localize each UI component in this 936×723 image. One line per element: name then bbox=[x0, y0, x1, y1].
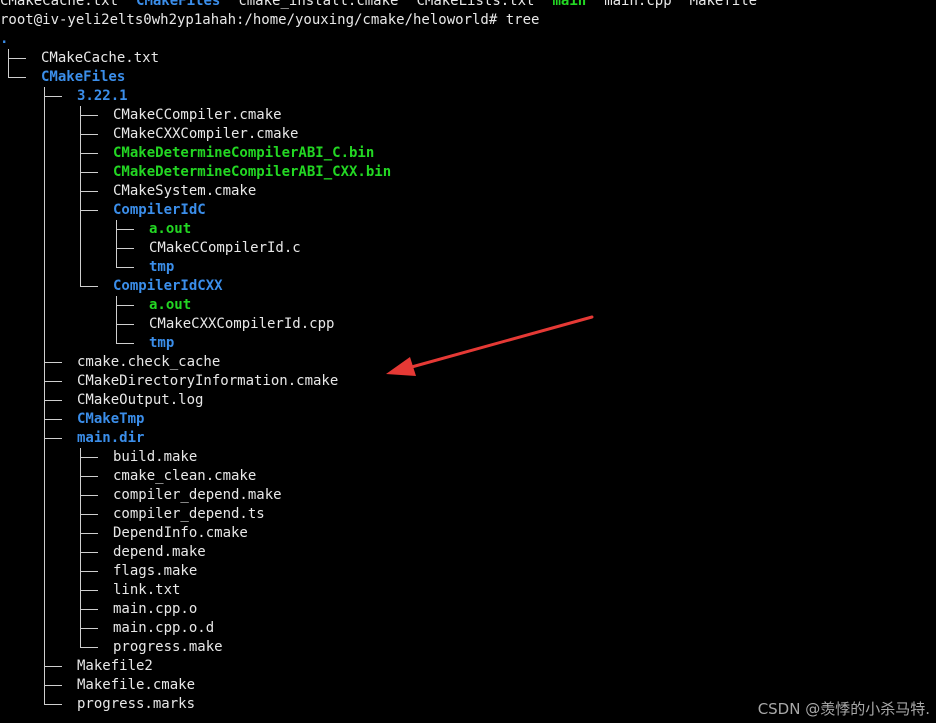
tree-file: build.make bbox=[113, 449, 198, 465]
tree-directory: CompilerIdC bbox=[113, 202, 206, 218]
tree-file: cmake_clean.cmake bbox=[113, 468, 257, 484]
tree-entry: compiler_depend.make bbox=[0, 486, 936, 505]
tree-entry: main.cpp.o.d bbox=[0, 619, 936, 638]
tree-file: CMakeCCompilerId.c bbox=[149, 240, 301, 256]
tree-directory: CompilerIdCXX bbox=[113, 278, 223, 294]
tree-file: Makefile2 bbox=[77, 658, 153, 674]
tree-file: CMakeCXXCompiler.cmake bbox=[113, 126, 299, 142]
tree-entry: 3.22.1 bbox=[0, 87, 936, 106]
tree-entry: link.txt bbox=[0, 581, 936, 600]
tree-entry: main.dir bbox=[0, 429, 936, 448]
tree-file: compiler_depend.make bbox=[113, 487, 282, 503]
tree-entry: build.make bbox=[0, 448, 936, 467]
tree-file: flags.make bbox=[113, 563, 198, 579]
tree-entry: CMakeDetermineCompilerABI_C.bin bbox=[0, 144, 936, 163]
tree-executable: a.out bbox=[149, 297, 192, 313]
tree-file: Makefile.cmake bbox=[77, 677, 196, 693]
ls-output-line: CMakeCache.txt CMakeFiles cmake_install.cm… bbox=[0, 0, 936, 11]
tree-entry: CompilerIdCXX bbox=[0, 277, 936, 296]
tree-entry: a.out bbox=[0, 220, 936, 239]
tree-entry: CMakeTmp bbox=[0, 410, 936, 429]
tree-file: link.txt bbox=[113, 582, 181, 598]
tree-entry: CMakeSystem.cmake bbox=[0, 182, 936, 201]
tree-entry: compiler_depend.ts bbox=[0, 505, 936, 524]
ls-entry: CMakeLists.txt bbox=[416, 0, 535, 9]
tree-entry: cmake_clean.cmake bbox=[0, 467, 936, 486]
tree-entry: CMakeOutput.log bbox=[0, 391, 936, 410]
command-prompt: root@iv-yeli2elts0wh2yp1ahah:/home/youxi… bbox=[0, 12, 540, 28]
tree-executable: CMakeDetermineCompilerABI_C.bin bbox=[113, 145, 375, 161]
tree-entry: CMakeCCompilerId.c bbox=[0, 239, 936, 258]
tree-entry: CMakeCCompiler.cmake bbox=[0, 106, 936, 125]
tree-file: CMakeCCompiler.cmake bbox=[113, 107, 282, 123]
tree-entry: main.cpp.o bbox=[0, 600, 936, 619]
tree-file: depend.make bbox=[113, 544, 206, 560]
tree-file: CMakeCache.txt bbox=[41, 50, 160, 66]
tree-entry: Makefile2 bbox=[0, 657, 936, 676]
tree-executable: CMakeDetermineCompilerABI_CXX.bin bbox=[113, 164, 392, 180]
tree-entry: CMakeDetermineCompilerABI_CXX.bin bbox=[0, 163, 936, 182]
tree-file: main.cpp.o.d bbox=[113, 620, 215, 636]
tree-directory: 3.22.1 bbox=[77, 88, 128, 104]
ls-entry: Makefile bbox=[689, 0, 758, 9]
tree-directory: CMakeFiles bbox=[41, 69, 126, 85]
tree-directory: main.dir bbox=[77, 430, 145, 446]
tree-file: progress.marks bbox=[77, 696, 196, 712]
tree-directory: tmp bbox=[149, 259, 175, 275]
ls-entry: main bbox=[552, 0, 587, 9]
tree-directory: tmp bbox=[149, 335, 175, 351]
tree-file: CMakeOutput.log bbox=[77, 392, 204, 408]
tree-entry: depend.make bbox=[0, 543, 936, 562]
ls-entry: CMakeCache.txt bbox=[0, 0, 119, 9]
tree-file: CMakeDirectoryInformation.cmake bbox=[77, 373, 339, 389]
tree-entry: CompilerIdC bbox=[0, 201, 936, 220]
tree-entry: progress.make bbox=[0, 638, 936, 657]
tree-entry: CMakeCXXCompiler.cmake bbox=[0, 125, 936, 144]
ls-entry: CMakeFiles bbox=[136, 0, 221, 9]
tree-file: CMakeCXXCompilerId.cpp bbox=[149, 316, 335, 332]
tree-entry: flags.make bbox=[0, 562, 936, 581]
tree-file: cmake.check_cache bbox=[77, 354, 221, 370]
tree-file: CMakeSystem.cmake bbox=[113, 183, 257, 199]
tree-file: DependInfo.cmake bbox=[113, 525, 248, 541]
ls-entry: cmake_install.cmake bbox=[238, 0, 399, 9]
tree-entry: tmp bbox=[0, 258, 936, 277]
tree-executable: a.out bbox=[149, 221, 192, 237]
tree-entry: DependInfo.cmake bbox=[0, 524, 936, 543]
tree-file: progress.make bbox=[113, 639, 223, 655]
tree-entry: Makefile.cmake bbox=[0, 676, 936, 695]
tree-entry: CMakeCache.txt bbox=[0, 49, 936, 68]
tree-file: compiler_depend.ts bbox=[113, 506, 265, 522]
watermark: CSDN @羡悸的小杀马特. bbox=[757, 700, 930, 718]
red-arrow-icon bbox=[386, 315, 594, 376]
tree-directory: CMakeTmp bbox=[77, 411, 145, 427]
tree-entry: CMakeFiles bbox=[0, 68, 936, 87]
tree-file: main.cpp.o bbox=[113, 601, 198, 617]
ls-entry: main.cpp bbox=[604, 0, 672, 9]
tree-root: . bbox=[0, 31, 9, 47]
